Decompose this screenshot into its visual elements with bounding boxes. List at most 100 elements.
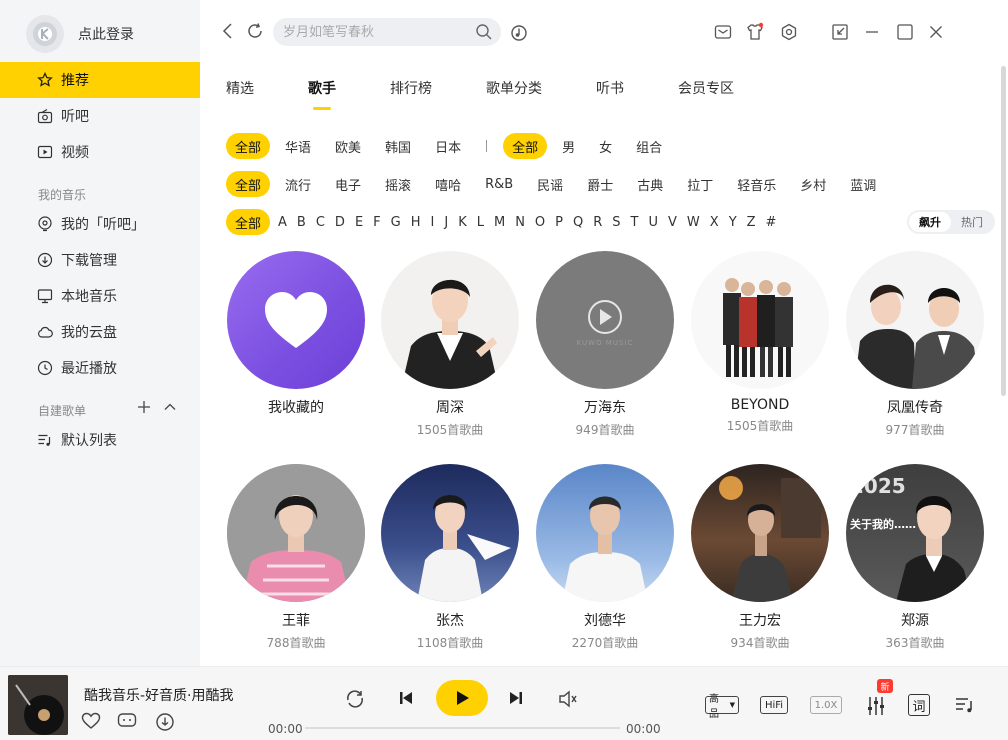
filter-letter[interactable]: K <box>454 209 471 235</box>
filter-genre[interactable]: 流行 <box>276 171 320 197</box>
filter-gender-female[interactable]: 女 <box>590 133 621 159</box>
filter-genre[interactable]: 爵士 <box>578 171 622 197</box>
playlist-queue-icon[interactable] <box>954 695 976 715</box>
filter-letter[interactable]: E <box>351 209 367 235</box>
tab-vip[interactable]: 会员专区 <box>678 78 734 102</box>
minimize-icon[interactable] <box>864 24 880 40</box>
progress-bar[interactable] <box>305 727 620 729</box>
artist-portrait[interactable] <box>846 251 984 389</box>
sort-toggle[interactable]: 飙升 热门 <box>907 210 995 234</box>
tab-playlist-categories[interactable]: 歌单分类 <box>486 78 542 102</box>
artist-card[interactable]: BEYOND 1505首歌曲 <box>690 251 830 434</box>
filter-region-chinese[interactable]: 华语 <box>276 133 320 159</box>
search-box[interactable] <box>273 18 501 46</box>
filter-letter[interactable]: H <box>407 209 425 235</box>
volume-icon[interactable] <box>557 689 579 709</box>
filter-gender-group[interactable]: 组合 <box>627 133 671 159</box>
artist-portrait[interactable] <box>691 251 829 389</box>
song-title[interactable]: 酷我音乐-好音质·用酷我 <box>84 685 234 705</box>
artist-card[interactable]: 刘德华 2270首歌曲 <box>535 464 675 651</box>
filter-genre[interactable]: 电子 <box>326 171 370 197</box>
hifi-button[interactable]: HiFi <box>760 696 788 714</box>
lyrics-button[interactable]: 词 <box>908 694 930 716</box>
artist-name[interactable]: 王菲 <box>226 610 366 630</box>
back-icon[interactable] <box>220 22 236 40</box>
filter-letter[interactable]: T <box>627 209 643 235</box>
filter-genre[interactable]: 拉丁 <box>678 171 722 197</box>
filter-letter[interactable]: Y <box>725 209 741 235</box>
search-icon[interactable] <box>475 23 493 45</box>
filter-letter[interactable]: C <box>312 209 329 235</box>
artist-card[interactable]: 周深 1505首歌曲 <box>380 251 520 438</box>
filter-genre[interactable]: 乡村 <box>791 171 835 197</box>
filter-letter[interactable]: W <box>683 209 704 235</box>
artist-name[interactable]: 郑源 <box>845 610 985 630</box>
filter-region-western[interactable]: 欧美 <box>326 133 370 159</box>
album-cover[interactable] <box>8 675 68 735</box>
comment-icon[interactable] <box>117 712 137 730</box>
filter-region-korean[interactable]: 韩国 <box>376 133 420 159</box>
heart-outline-icon[interactable] <box>81 712 101 730</box>
sidebar-item-default-list[interactable]: 默认列表 <box>0 422 200 458</box>
artist-card[interactable]: 王力宏 934首歌曲 <box>690 464 830 651</box>
close-icon[interactable] <box>928 24 944 40</box>
filter-letter[interactable]: F <box>369 209 384 235</box>
tab-featured[interactable]: 精选 <box>226 78 254 102</box>
artist-name[interactable]: 万海东 <box>535 397 675 417</box>
speed-button[interactable]: 1.0X <box>810 696 842 714</box>
artist-card[interactable]: 王菲 788首歌曲 <box>226 464 366 651</box>
sidebar-item-recommend[interactable]: 推荐 <box>0 62 200 98</box>
artist-portrait[interactable] <box>381 464 519 602</box>
scrollbar-thumb[interactable] <box>1001 66 1006 396</box>
filter-genre[interactable]: 蓝调 <box>841 171 885 197</box>
filter-letter[interactable]: A <box>274 209 291 235</box>
quality-selector[interactable]: 高品 ▼ <box>705 694 739 720</box>
filter-genre[interactable]: 轻音乐 <box>728 171 785 197</box>
skin-icon[interactable] <box>745 22 765 42</box>
favorites-cover[interactable] <box>227 251 365 389</box>
next-icon[interactable] <box>508 690 524 706</box>
artist-name[interactable]: 凤凰传奇 <box>845 397 985 417</box>
tab-singers[interactable]: 歌手 <box>308 78 336 110</box>
sidebar-item-local-music[interactable]: 本地音乐 <box>0 278 200 314</box>
artist-portrait[interactable]: 2025 关于我的…… <box>846 464 984 602</box>
filter-letter[interactable]: I <box>427 209 439 235</box>
filter-genre[interactable]: 嘻哈 <box>426 171 470 197</box>
artist-card[interactable]: 张杰 1108首歌曲 <box>380 464 520 651</box>
artist-portrait[interactable] <box>691 464 829 602</box>
filter-genre[interactable]: R&B <box>476 171 522 197</box>
filter-letter[interactable]: U <box>645 209 663 235</box>
filter-genre[interactable]: 民谣 <box>528 171 572 197</box>
filter-letter[interactable]: V <box>664 209 681 235</box>
mini-mode-icon[interactable] <box>831 23 849 41</box>
tab-charts[interactable]: 排行榜 <box>390 78 432 102</box>
filter-region-japanese[interactable]: 日本 <box>426 133 470 159</box>
chevron-up-icon[interactable] <box>163 400 177 414</box>
filter-gender-all[interactable]: 全部 <box>503 133 548 159</box>
sidebar-item-recent[interactable]: 最近播放 <box>0 350 200 386</box>
artist-name[interactable]: 王力宏 <box>690 610 830 630</box>
login-text[interactable]: 点此登录 <box>78 24 134 44</box>
sidebar-item-download[interactable]: 下载管理 <box>0 242 200 278</box>
filter-letter[interactable]: Q <box>569 209 587 235</box>
filter-genre[interactable]: 摇滚 <box>376 171 420 197</box>
equalizer-icon[interactable] <box>865 695 887 717</box>
sidebar-item-my-tingba[interactable]: 我的「听吧」 <box>0 206 200 242</box>
maximize-icon[interactable] <box>896 23 914 41</box>
add-icon[interactable] <box>137 400 151 414</box>
artist-portrait[interactable] <box>227 464 365 602</box>
refresh-icon[interactable] <box>246 22 264 40</box>
artist-card[interactable]: 凤凰传奇 977首歌曲 <box>845 251 985 438</box>
filter-letter[interactable]: N <box>511 209 529 235</box>
previous-icon[interactable] <box>398 690 414 706</box>
filter-letter[interactable]: D <box>331 209 349 235</box>
sidebar-item-cloud[interactable]: 我的云盘 <box>0 314 200 350</box>
artist-card[interactable]: KUWO MUSIC 万海东 949首歌曲 <box>535 251 675 438</box>
avatar[interactable] <box>26 15 64 53</box>
filter-gender-male[interactable]: 男 <box>553 133 584 159</box>
artist-portrait[interactable] <box>536 464 674 602</box>
filter-genre[interactable]: 古典 <box>628 171 672 197</box>
search-input[interactable] <box>273 18 463 46</box>
filter-letter[interactable]: R <box>589 209 606 235</box>
tab-audiobooks[interactable]: 听书 <box>596 78 624 102</box>
